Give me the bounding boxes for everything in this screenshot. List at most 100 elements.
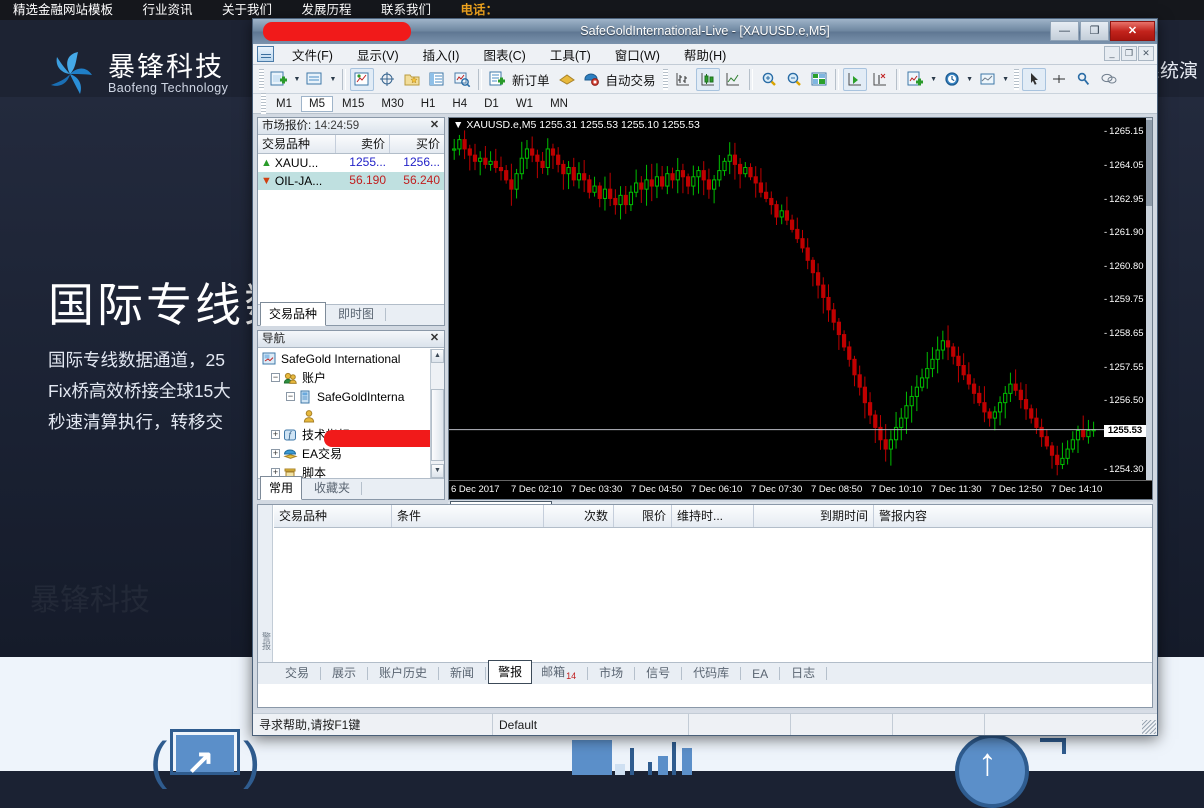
terminal-rows[interactable] <box>274 528 1152 662</box>
expand-icon[interactable]: + <box>271 449 280 458</box>
crosshair-icon[interactable] <box>1047 68 1071 91</box>
bar-chart-icon[interactable] <box>671 68 695 91</box>
site-top-navigation[interactable]: 精选金融网站模板 行业资讯 关于我们 发展历程 联系我们 电话： <box>0 0 1204 20</box>
collapse-icon[interactable]: − <box>271 373 280 382</box>
vertical-line-icon[interactable] <box>1072 68 1096 91</box>
column-header-limit[interactable]: 限价 <box>614 505 672 527</box>
market-watch-row[interactable]: ▼ OIL-JA... 56.190 56.240 <box>258 172 444 190</box>
nav-item-about-us[interactable]: 关于我们 <box>209 0 285 20</box>
terminal-tab-news[interactable]: 新闻 <box>441 662 483 684</box>
terminal-tab-alerts[interactable]: 警报 <box>488 660 533 684</box>
time-axis[interactable]: 6 Dec 2017 7 Dec 02:10 7 Dec 03:30 7 Dec 04… <box>449 480 1152 499</box>
navigator-scrollbar[interactable]: ▲ ▼ <box>430 349 444 478</box>
indicators-dropdown-icon[interactable]: ▼ <box>929 68 939 91</box>
timeframe-mn[interactable]: MN <box>542 96 576 112</box>
nav-item-history[interactable]: 发展历程 <box>289 0 365 20</box>
terminal-tab-mailbox[interactable]: 邮箱14 <box>532 661 585 684</box>
market-watch-close-icon[interactable]: ✕ <box>428 119 441 132</box>
tab-symbols[interactable]: 交易品种 <box>260 302 327 326</box>
indicators-icon[interactable] <box>904 68 928 91</box>
menu-help[interactable]: 帮助(H) <box>672 45 738 64</box>
menu-file[interactable]: 文件(F) <box>280 45 345 64</box>
new-order-label[interactable]: 新订单 <box>511 70 554 89</box>
profiles-icon[interactable] <box>303 68 327 91</box>
expand-icon[interactable]: + <box>271 430 280 439</box>
nav-item-templates[interactable]: 精选金融网站模板 <box>0 0 126 20</box>
market-watch-tabs[interactable]: 交易品种 即时图 <box>258 302 444 326</box>
chart-vertical-scrollbar[interactable] <box>1146 118 1152 480</box>
scrollbar-thumb[interactable] <box>1146 120 1152 206</box>
tree-item-accounts[interactable]: − 账户 <box>258 368 444 387</box>
mql5-community-icon[interactable] <box>555 68 579 91</box>
nav-item-contact-us[interactable]: 联系我们 <box>368 0 444 20</box>
maximize-button[interactable]: ❐ <box>1080 21 1109 41</box>
column-header-timeout[interactable]: 维持时... <box>672 505 754 527</box>
toolbar-grip-3[interactable] <box>1013 68 1019 90</box>
timeframe-toolbar[interactable]: M1 M5 M15 M30 H1 H4 D1 W1 MN <box>253 93 1157 114</box>
chart-collapse-icon[interactable]: ▼ <box>453 119 463 131</box>
profiles-dropdown-icon[interactable]: ▼ <box>328 68 338 91</box>
timeframe-h1[interactable]: H1 <box>413 96 444 112</box>
minimize-button[interactable]: — <box>1050 21 1079 41</box>
line-chart-icon[interactable] <box>721 68 745 91</box>
toolbar-grip-2[interactable] <box>662 68 668 90</box>
strategy-tester-icon[interactable] <box>450 68 474 91</box>
chart-shift-icon[interactable] <box>868 68 892 91</box>
auto-trading-label[interactable]: 自动交易 <box>605 70 660 89</box>
cursor-icon[interactable] <box>1021 67 1046 91</box>
terminal-tab-trade[interactable]: 交易 <box>276 662 318 684</box>
column-header-content[interactable]: 警报内容 <box>874 505 1152 527</box>
terminal-tab-codebase[interactable]: 代码库 <box>684 662 738 684</box>
mdi-restore-button[interactable]: ❐ <box>1121 46 1137 61</box>
tab-tick-chart[interactable]: 即时图 <box>329 302 383 326</box>
window-controls[interactable]: — ❐ ✕ <box>1050 21 1155 41</box>
zoom-out-icon[interactable] <box>782 68 806 91</box>
menu-bar[interactable]: 文件(F) 显示(V) 插入(I) 图表(C) 工具(T) 窗口(W) 帮助(H… <box>253 44 1157 65</box>
scroll-down-arrow-icon[interactable]: ▼ <box>431 464 444 478</box>
new-chart-icon[interactable] <box>267 68 291 91</box>
nav-item-industry-news[interactable]: 行业资讯 <box>130 0 206 20</box>
timeframe-m5[interactable]: M5 <box>300 95 333 112</box>
templates-dropdown-icon[interactable]: ▼ <box>1001 68 1011 91</box>
site-logo[interactable]: 暴锋科技 Baofeng Technology <box>44 48 228 100</box>
terminal-tab-experts[interactable]: EA <box>743 665 777 684</box>
column-header-expiry[interactable]: 到期时间 <box>754 505 874 527</box>
candlestick-chart-icon[interactable] <box>695 67 720 91</box>
market-watch-icon[interactable] <box>350 67 374 91</box>
timeframe-m30[interactable]: M30 <box>373 96 411 112</box>
chart-window[interactable]: ▼ XAUUSD.e,M5 1255.31 1255.53 1255.10 12… <box>448 117 1153 500</box>
terminal-tab-exposure[interactable]: 展示 <box>323 662 365 684</box>
navigator-close-icon[interactable]: ✕ <box>428 332 441 345</box>
collapse-icon[interactable]: − <box>286 392 295 401</box>
column-header-symbol[interactable]: 交易品种 <box>274 505 392 527</box>
auto-scroll-icon[interactable] <box>842 67 867 91</box>
column-header-counter[interactable]: 次数 <box>544 505 614 527</box>
terminal-column-headers[interactable]: 交易品种 条件 次数 限价 维持时... 到期时间 警报内容 <box>274 505 1152 528</box>
text-label-icon[interactable] <box>1097 68 1121 91</box>
timeframe-dropdown-icon[interactable]: ▼ <box>965 68 975 91</box>
timeframe-h4[interactable]: H4 <box>444 96 475 112</box>
menu-insert[interactable]: 插入(I) <box>411 45 472 64</box>
column-header-bid[interactable]: 卖价 <box>336 135 390 153</box>
timeframe-toolbar-grip[interactable] <box>261 93 266 114</box>
column-header-ask[interactable]: 买价 <box>390 135 444 153</box>
navigator-tabs[interactable]: 常用 收藏夹 <box>258 476 444 500</box>
timeframe-m1[interactable]: M1 <box>268 96 300 112</box>
tab-favorites[interactable]: 收藏夹 <box>305 476 359 500</box>
close-button[interactable]: ✕ <box>1110 21 1155 41</box>
main-toolbar[interactable]: ▼ ▼ 新订单 自动交易 ▼ ▼ ▼ <box>253 65 1157 94</box>
navigator-icon[interactable] <box>400 68 424 91</box>
templates-icon[interactable] <box>976 68 1000 91</box>
tree-item-terminal[interactable]: SafeGold International <box>258 349 444 368</box>
tree-item-account[interactable] <box>258 406 444 425</box>
tree-item-server[interactable]: − SafeGoldInterna <box>258 387 444 406</box>
terminal-tab-signals[interactable]: 信号 <box>637 662 679 684</box>
menu-view[interactable]: 显示(V) <box>345 45 411 64</box>
menu-tools[interactable]: 工具(T) <box>538 45 603 64</box>
new-order-icon[interactable] <box>486 68 510 91</box>
grid-layout-icon[interactable] <box>807 68 831 91</box>
menu-window[interactable]: 窗口(W) <box>603 45 672 64</box>
timeframe-clock-icon[interactable] <box>940 68 964 91</box>
new-chart-dropdown-icon[interactable]: ▼ <box>292 68 302 91</box>
auto-trading-icon[interactable] <box>580 68 604 91</box>
